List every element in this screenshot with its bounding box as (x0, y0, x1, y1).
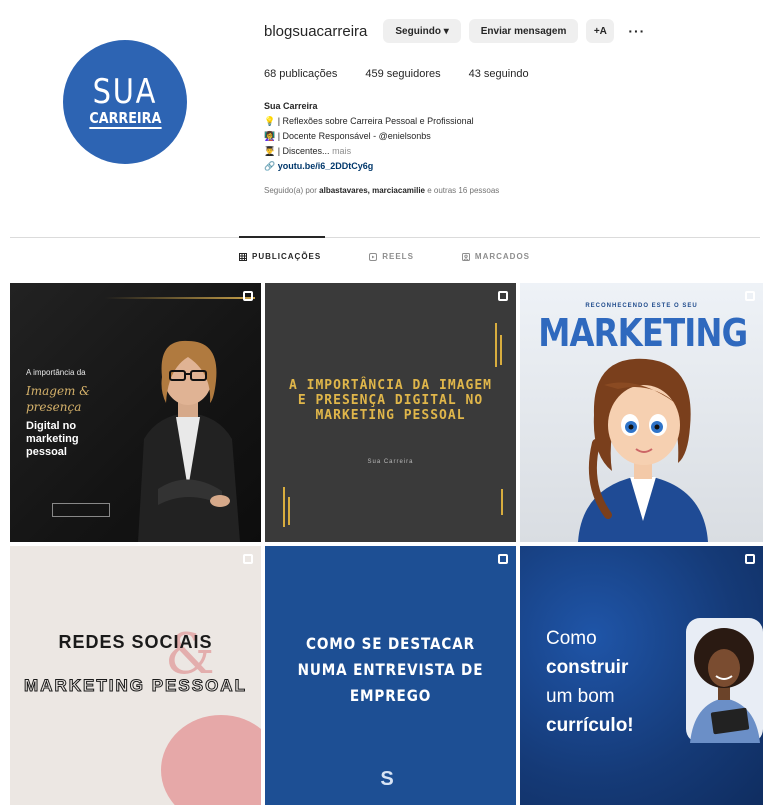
post-text: construir (546, 657, 629, 678)
tab-tagged[interactable]: MARCADOS (461, 252, 531, 261)
cartoon-woman-illustration (578, 358, 708, 542)
decorative-bar (283, 487, 285, 527)
post-title: COMO SE DESTACAR NUMA ENTREVISTA DE EMPR… (297, 634, 484, 705)
post-subtitle: MARKETING PESSOAL (24, 676, 247, 696)
posts-grid: A importância da Imagem & presença Digit… (10, 283, 763, 805)
carousel-icon (745, 291, 755, 301)
tagged-icon (461, 252, 470, 261)
tab-label: REELS (382, 252, 414, 261)
post-title: REDES SOCIAIS (58, 632, 213, 652)
post-logo: S (380, 768, 394, 790)
post-text: RECONHECENDO ESTE O SEU (585, 303, 698, 309)
bio-external-link[interactable]: 🔗 youtu.be/i6_2DDtCy6g (264, 159, 744, 174)
carousel-icon (498, 291, 508, 301)
post-text: um bom (546, 686, 615, 707)
carousel-icon (243, 554, 253, 564)
post-tile[interactable]: A IMPORTÂNCIA DA IMAGEM E PRESENÇA DIGIT… (265, 283, 516, 542)
decorative-blob (161, 715, 261, 805)
followed-by-prefix: Seguido(a) por (264, 186, 320, 195)
profile-bio: Sua Carreira 💡 | Reflexões sobre Carreir… (264, 99, 744, 174)
post-tile[interactable]: RECONHECENDO ESTE O SEU MARKETING (520, 283, 763, 542)
post-subtitle: Sua Carreira (367, 459, 414, 465)
followers-count[interactable]: 459 seguidores (365, 68, 440, 80)
decorative-line (105, 297, 255, 299)
avatar-text-bottom: CARREIRA (88, 109, 162, 129)
carousel-icon (745, 554, 755, 564)
posts-count: 68 publicações (264, 68, 338, 80)
avatar[interactable]: SUA CARREIRA (63, 40, 187, 164)
following-count[interactable]: 43 seguindo (469, 68, 529, 80)
followed-by[interactable]: Seguido(a) por albastavares, marciacamil… (264, 186, 499, 195)
active-tab-indicator (239, 236, 325, 238)
post-text: Digital no marketing pessoal (26, 420, 79, 458)
woman-with-tablet-illustration (686, 618, 763, 743)
following-button[interactable]: Seguindo ▾ (383, 19, 461, 43)
post-tile[interactable]: COMO SE DESTACAR NUMA ENTREVISTA DE EMPR… (265, 546, 516, 805)
bio-line: 👨‍🎓 | Discentes... mais (264, 144, 744, 159)
add-user-icon[interactable]: +A (586, 19, 615, 43)
woman-illustration (138, 340, 240, 542)
post-tile[interactable]: & REDES SOCIAIS MARKETING PESSOAL (10, 546, 261, 805)
post-text: currículo! (546, 715, 634, 736)
bio-line: 💡 | Reflexões sobre Carreira Pessoal e P… (264, 116, 474, 126)
post-tile[interactable]: Como construir um bom currículo! (520, 546, 763, 805)
more-options-icon[interactable]: ··· (622, 23, 651, 39)
username: blogsuacarreira (264, 22, 368, 40)
decorative-bar (288, 497, 290, 525)
tab-label: MARCADOS (474, 252, 531, 261)
profile-header: SUA CARREIRA blogsuacarreira Seguindo ▾ … (0, 0, 763, 236)
post-text: A importância da (26, 368, 86, 377)
bio-line: 👩‍🏫 | Docente Responsável - @enielsonbs (264, 131, 431, 141)
post-decorative-box (52, 503, 110, 517)
decorative-bar (501, 489, 503, 515)
followed-by-names: albastavares, marciacamilie (319, 186, 426, 195)
profile-actions-row: blogsuacarreira Seguindo ▾ Enviar mensag… (264, 18, 651, 44)
post-tile[interactable]: A importância da Imagem & presença Digit… (10, 283, 261, 542)
profile-tabs: PUBLICAÇÕES REELS MARCADOS (239, 252, 530, 261)
bio-name: Sua Carreira (264, 101, 318, 111)
reels-icon (369, 252, 378, 261)
profile-stats: 68 publicações 459 seguidores 43 seguind… (264, 68, 529, 80)
carousel-icon (498, 554, 508, 564)
bio-line-text: 👨‍🎓 | Discentes... (264, 146, 333, 156)
tab-reels[interactable]: REELS (369, 252, 414, 261)
carousel-icon (243, 291, 253, 301)
post-title: Como construir um bom currículo! (546, 624, 686, 740)
tab-posts[interactable]: PUBLICAÇÕES (239, 252, 321, 261)
decorative-bar (495, 323, 497, 367)
tab-label: PUBLICAÇÕES (252, 252, 322, 261)
send-message-button[interactable]: Enviar mensagem (468, 19, 579, 43)
bio-more-link[interactable]: mais (332, 146, 351, 156)
grid-icon (239, 252, 247, 261)
avatar-text-top: SUA (92, 72, 158, 112)
post-text: Imagem & presença (26, 384, 90, 414)
post-title: A IMPORTÂNCIA DA IMAGEM E PRESENÇA DIGIT… (288, 378, 492, 423)
tabs-divider (10, 237, 760, 238)
post-text: Como (546, 628, 597, 649)
decorative-bar (500, 335, 502, 365)
followed-by-suffix: e outras 16 pessoas (425, 186, 500, 195)
